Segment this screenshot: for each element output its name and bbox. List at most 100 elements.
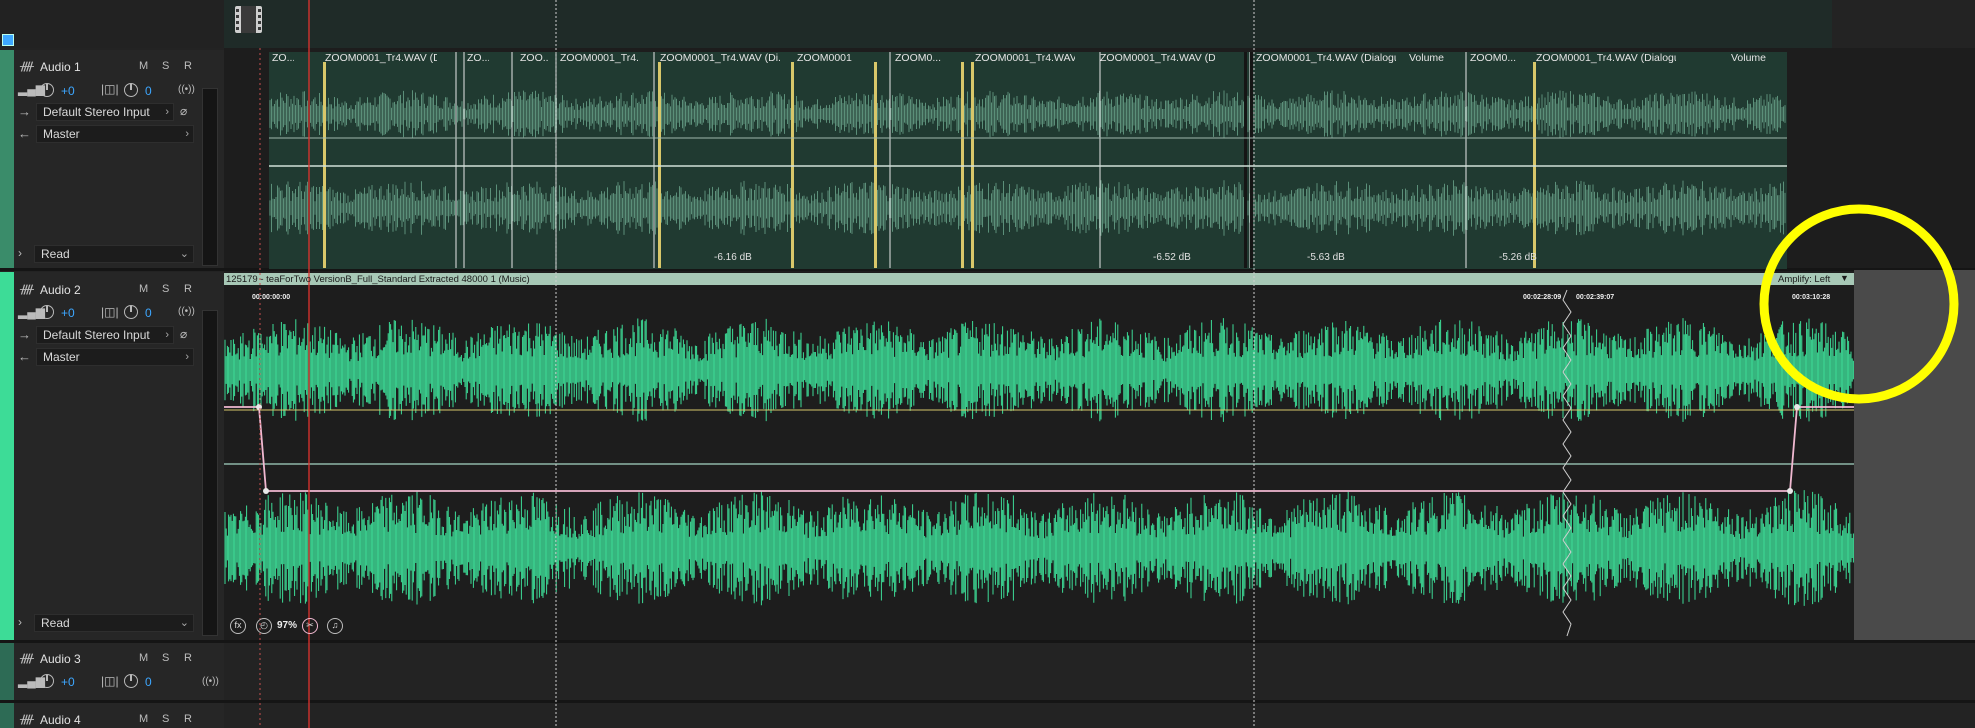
track3-color-strip: [0, 643, 14, 700]
phase-invert-icon[interactable]: ⌀: [180, 104, 187, 118]
clip-title[interactable]: ZOOM0001_Tr4.WAV (D...: [325, 52, 437, 64]
timeline-canvas: [0, 0, 1975, 728]
track2-record-button[interactable]: R: [184, 283, 192, 295]
waveform-icon: ᚎ: [20, 59, 34, 73]
clip-volume-label[interactable]: Volume: [1409, 52, 1449, 64]
track1-output-select[interactable]: Master ›: [36, 125, 194, 143]
clip-title[interactable]: ZO...: [467, 52, 489, 64]
clip-title[interactable]: ZOOM0001_Tr4.WAV (Dialogue): [1536, 52, 1676, 64]
track1-clip-area: [269, 52, 1787, 269]
track1-pan-knob[interactable]: [124, 83, 138, 97]
track3-record-button[interactable]: R: [184, 652, 192, 664]
input-arrow-icon: →: [18, 327, 31, 342]
track1-automation-select[interactable]: Read ⌄: [34, 245, 194, 263]
music-note-icon[interactable]: ♫: [327, 618, 343, 634]
track4-name[interactable]: Audio 4: [40, 713, 81, 727]
chevron-down-icon: ⌄: [179, 248, 189, 260]
clip-title[interactable]: ZOO...: [520, 52, 548, 64]
track4-mute-button[interactable]: M: [139, 713, 148, 725]
waveform-icon: ᚎ: [20, 282, 34, 296]
track1-pan-value[interactable]: 0: [145, 84, 152, 98]
track1-meter: [202, 88, 218, 266]
track4-color-strip: [0, 703, 14, 728]
track1-input-select[interactable]: Default Stereo Input ›: [36, 103, 174, 121]
monitor-icon[interactable]: ((•)): [178, 84, 195, 95]
track1-record-button[interactable]: R: [184, 60, 192, 72]
clip-title[interactable]: ZOOM0001...: [797, 52, 852, 64]
track2-automation-label: Read: [41, 616, 70, 630]
pitch-icon[interactable]: ✂: [302, 618, 318, 634]
clip-title[interactable]: ZO...: [272, 52, 294, 64]
stretch-icon[interactable]: ◴: [256, 618, 272, 634]
clip-gain-label: -6.16 dB: [714, 252, 752, 263]
pan-icon: |◫|: [101, 82, 119, 96]
track1-mute-button[interactable]: M: [139, 60, 148, 72]
chevron-right-icon: ›: [185, 128, 189, 140]
track3-solo-button[interactable]: S: [162, 652, 169, 664]
clip-volume-label[interactable]: Volume: [1731, 52, 1771, 64]
track4-solo-button[interactable]: S: [162, 713, 169, 725]
clip-gain-label: -5.26 dB: [1499, 252, 1537, 263]
clip-gain-label: -5.63 dB: [1307, 252, 1345, 263]
track1-automation-label: Read: [41, 247, 70, 261]
track2-output-select[interactable]: Master ›: [36, 348, 194, 366]
output-arrow-icon: ←: [18, 349, 31, 364]
track2-mute-button[interactable]: M: [139, 283, 148, 295]
clip-title[interactable]: ZOOM0001_Tr4.WAV (Di...: [660, 52, 780, 64]
monitor-icon[interactable]: ((•)): [178, 306, 195, 317]
input-arrow-icon: →: [18, 104, 31, 119]
multitrack-editor: ᚎ Audio 1 M S R ▂▄▆ +0 |◫| 0 ((•)) → Def…: [0, 0, 1975, 728]
timeline-end-area: [1854, 270, 1975, 640]
track3-pan-knob[interactable]: [124, 674, 138, 688]
clip-title[interactable]: ZOOM0001_Tr4.WAV (Dia...: [1100, 52, 1215, 64]
expand-icon[interactable]: ›: [18, 246, 22, 260]
track3-name[interactable]: Audio 3: [40, 652, 81, 666]
track3-mute-button[interactable]: M: [139, 652, 148, 664]
clip-title[interactable]: ZOOM0001_Tr4.WAV ...: [975, 52, 1075, 64]
video-track-area: [224, 0, 1832, 48]
chevron-right-icon: ›: [165, 329, 169, 341]
chevron-right-icon: ›: [165, 106, 169, 118]
track2-solo-button[interactable]: S: [162, 283, 169, 295]
clip-title[interactable]: ZOOM0...: [895, 52, 943, 64]
track2-volume-knob[interactable]: [40, 305, 54, 319]
track1-color-strip: [0, 50, 14, 268]
track2-output-label: Master: [43, 350, 80, 364]
track2-automation-select[interactable]: Read ⌄: [34, 614, 194, 632]
waveform-icon: ᚎ: [20, 712, 34, 726]
clip-title[interactable]: ZOOM0001_Tr4...: [560, 52, 640, 64]
track2-input-label: Default Stereo Input: [43, 328, 150, 342]
track2-meter: [202, 310, 218, 636]
track3-volume-knob[interactable]: [40, 674, 54, 688]
music-clip-title[interactable]: 125179 - teaForTwo VersionB_Full_Standar…: [226, 274, 926, 285]
track4-record-button[interactable]: R: [184, 713, 192, 725]
stretch-percent: 97%: [277, 620, 298, 631]
track2-name[interactable]: Audio 2: [40, 283, 81, 297]
monitor-icon[interactable]: ((•)): [202, 676, 219, 687]
track2-pan-value[interactable]: 0: [145, 306, 152, 320]
clip-gain-label: -6.52 dB: [1153, 252, 1191, 263]
track1-volume-knob[interactable]: [40, 83, 54, 97]
video-track-select[interactable]: [2, 34, 14, 46]
clip-effect-label[interactable]: Amplify: Left: [1778, 274, 1838, 285]
track3-volume-value[interactable]: +0: [61, 675, 75, 689]
expand-icon[interactable]: ›: [18, 615, 22, 629]
clip-title[interactable]: ZOOM0...: [1470, 52, 1520, 64]
chevron-down-icon: ⌄: [179, 617, 189, 629]
track2-pan-knob[interactable]: [124, 305, 138, 319]
chevron-right-icon: ›: [185, 351, 189, 363]
track3-pan-value[interactable]: 0: [145, 675, 152, 689]
clip-title[interactable]: ZOOM0001_Tr4.WAV (Dialogue): [1256, 52, 1396, 64]
triangle-down-icon[interactable]: ▼: [1840, 273, 1849, 283]
output-arrow-icon: ←: [18, 126, 31, 141]
track1-output-label: Master: [43, 127, 80, 141]
track1-solo-button[interactable]: S: [162, 60, 169, 72]
video-track-header: [0, 0, 224, 48]
track1-name[interactable]: Audio 1: [40, 60, 81, 74]
track2-input-select[interactable]: Default Stereo Input ›: [36, 326, 174, 344]
track1-volume-value[interactable]: +0: [61, 84, 75, 98]
track2-volume-value[interactable]: +0: [61, 306, 75, 320]
timecode-label: 00:03:10:28: [1792, 294, 1831, 301]
phase-invert-icon[interactable]: ⌀: [180, 327, 187, 341]
fx-button[interactable]: fx: [230, 618, 246, 634]
